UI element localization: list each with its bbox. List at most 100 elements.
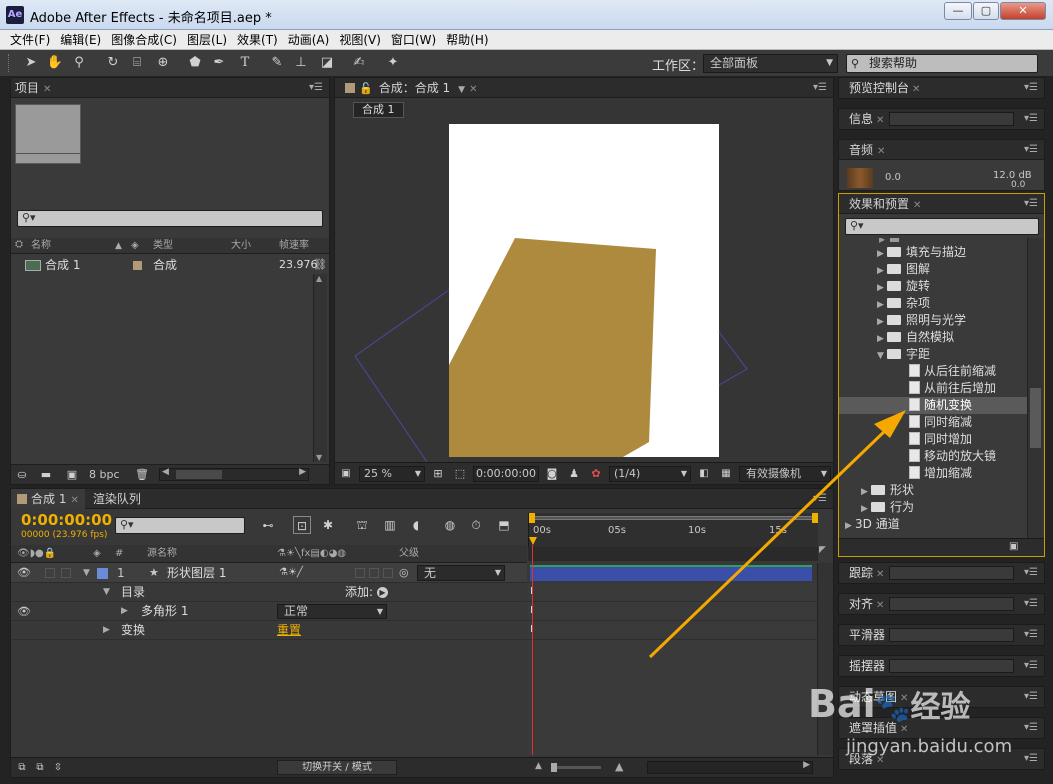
expand-arrow-icon[interactable]: ▼ xyxy=(103,583,110,602)
help-search-input[interactable]: ⚲ 搜索帮助 xyxy=(846,54,1038,73)
contents-row[interactable]: ▼ 目录 添加: ▶ xyxy=(11,583,527,602)
preview-panel[interactable]: 预览控制台 ✕ ▾☰ xyxy=(838,77,1045,99)
time-ruler[interactable]: 00s 05s 10s 15s xyxy=(528,513,818,547)
workspace-select[interactable]: 全部面板 ▼ xyxy=(703,54,838,73)
comp-breadcrumb[interactable]: 合成 1 xyxy=(353,102,404,118)
motion-blur-icon[interactable]: ◖ xyxy=(407,516,425,534)
effect-category-folder[interactable]: ▶ 填充与描边 xyxy=(839,244,1027,261)
effect-preset-item[interactable]: 同时增加 xyxy=(839,431,1027,448)
effect-preset-item[interactable]: 随机变换 xyxy=(839,397,1027,414)
work-area-bar[interactable] xyxy=(533,516,814,520)
graph-editor-icon[interactable]: ⬒ xyxy=(495,516,513,534)
polygon-label[interactable]: 多角形 1 xyxy=(141,602,188,621)
add-menu-icon[interactable]: ▶ xyxy=(377,587,388,598)
comp-viewer[interactable] xyxy=(335,120,833,462)
timeline-search-input[interactable]: ⚲▾ xyxy=(115,517,245,534)
mask-visibility-icon[interactable]: ⬚ xyxy=(451,465,469,483)
zoom-out-icon[interactable]: ▲ xyxy=(535,761,542,771)
effects-tab[interactable]: 效果和预置 ✕ ▾☰ xyxy=(839,194,1044,214)
project-hscrollbar[interactable]: ◀ ▶ xyxy=(159,467,309,481)
reset-link[interactable]: 重置 xyxy=(277,621,301,640)
brainstorm-icon[interactable]: ◍ xyxy=(441,516,459,534)
zoom-select[interactable]: 25 % ▼ xyxy=(359,466,425,482)
time-zoom-slider[interactable] xyxy=(551,763,601,772)
layer-switches-pane-icon[interactable]: ⧉ xyxy=(13,759,31,777)
effect-preset-item[interactable]: 从前往后增加 xyxy=(839,380,1027,397)
comp-dropdown-icon[interactable]: ▼ xyxy=(458,85,465,95)
panel-menu-icon[interactable]: ▾☰ xyxy=(813,489,827,509)
effect-preset-item[interactable]: 同时缩减 xyxy=(839,414,1027,431)
expand-arrow-icon[interactable]: ▼ xyxy=(83,563,90,583)
region-of-interest-icon[interactable]: ◧ xyxy=(695,465,713,483)
camera-select[interactable]: 有效摄像机 ▼ xyxy=(739,466,831,482)
interpret-footage-icon[interactable]: ⛀ xyxy=(13,466,31,484)
col-size[interactable]: 大小 xyxy=(231,238,251,254)
label-color-swatch[interactable] xyxy=(133,261,142,270)
always-preview-icon[interactable]: ▣ xyxy=(337,465,355,483)
in-out-pane-icon[interactable]: ⇳ xyxy=(49,759,67,777)
project-search-input[interactable]: ⚲▾ xyxy=(17,210,323,227)
tracker-panel[interactable]: 跟踪 ✕ ▾☰ xyxy=(838,562,1045,584)
new-folder-icon[interactable]: ▣ xyxy=(1009,541,1018,552)
zoom-in-icon[interactable]: ▲ xyxy=(615,760,623,773)
shape-tool-icon[interactable]: ⬟ xyxy=(186,54,204,72)
puppet-tool-icon[interactable]: ✦ xyxy=(384,54,402,72)
project-tab[interactable]: 项目 ✕ ▾☰ xyxy=(11,78,329,98)
effect-category-folder[interactable]: ▶ 旋转 xyxy=(839,278,1027,295)
grid-icon[interactable]: ⊞ xyxy=(429,465,447,483)
align-panel[interactable]: 对齐 ✕ ▾☰ xyxy=(838,593,1045,615)
transparency-grid-icon[interactable]: ▦ xyxy=(717,465,735,483)
panel-menu-icon[interactable]: ▾☰ xyxy=(309,78,323,98)
transform-row[interactable]: ▶ 变换 重置 xyxy=(11,621,527,640)
collapse-arrow-icon[interactable]: ▶ xyxy=(103,621,110,640)
menu-edit[interactable]: 编辑(E) xyxy=(55,30,106,50)
live-update-icon[interactable]: ⊡ xyxy=(293,516,311,534)
collapse-arrow-icon[interactable]: ▶ xyxy=(121,602,128,621)
comp-button-icon[interactable]: ◤ xyxy=(819,545,833,559)
lock-icon[interactable]: 🔓 xyxy=(359,82,373,95)
toggle-switches-modes-button[interactable]: 切换开关 / 模式 xyxy=(277,760,397,775)
camera-tool-icon[interactable]: ⌸ xyxy=(128,54,146,72)
resolution-select[interactable]: (1/4) ▼ xyxy=(609,466,691,482)
pickwhip-icon[interactable]: ◎ xyxy=(399,563,409,583)
close-icon[interactable]: ✕ xyxy=(43,84,51,95)
eraser-tool-icon[interactable]: ◪ xyxy=(318,54,336,72)
rotate-tool-icon[interactable]: ↻ xyxy=(104,54,122,72)
effect-category-folder[interactable]: ▶ 行为 xyxy=(839,499,1027,516)
effect-category-folder[interactable]: ▶ 图解 xyxy=(839,261,1027,278)
effects-scrollbar[interactable] xyxy=(1027,238,1043,538)
col-name[interactable]: 名称 xyxy=(31,238,51,254)
tab-comp-1[interactable]: 合成 1 ✕ xyxy=(11,489,85,509)
pan-behind-tool-icon[interactable]: ⊕ xyxy=(154,54,172,72)
layer-label-color[interactable] xyxy=(97,568,108,579)
draft-3d-icon[interactable]: ✱ xyxy=(319,516,337,534)
roto-brush-tool-icon[interactable]: ✍ xyxy=(350,54,368,72)
menu-layer[interactable]: 图层(L) xyxy=(182,30,232,50)
effect-category-folder[interactable]: ▶ 照明与光学 xyxy=(839,312,1027,329)
work-area-start-handle[interactable] xyxy=(529,513,535,523)
menu-animation[interactable]: 动画(A) xyxy=(283,30,335,50)
effect-preset-item[interactable]: 从后往前缩减 xyxy=(839,363,1027,380)
mode-toggle[interactable] xyxy=(383,568,393,578)
composition-tab[interactable]: 🔓 合成：合成 1 ▼ ✕ ▾☰ xyxy=(335,78,833,98)
parent-select[interactable]: 无 ▼ xyxy=(417,565,505,581)
effect-category-folder[interactable]: ▶ 杂项 xyxy=(839,295,1027,312)
blend-mode-select[interactable]: 正常 ▼ xyxy=(277,604,387,619)
stopwatch-icon[interactable]: ⏱ xyxy=(467,516,485,534)
menu-view[interactable]: 视图(V) xyxy=(334,30,386,50)
audio-tab[interactable]: 音频 ✕ ▾☰ xyxy=(839,140,1044,160)
project-scrollbar[interactable]: ▲ ▼ xyxy=(313,274,327,462)
solo-toggle[interactable] xyxy=(61,568,71,578)
visibility-eye-icon[interactable]: 👁 xyxy=(17,563,31,583)
effects-tree[interactable]: ▸ ▬ ▶ 填充与描边 ▶ 图解 ▶ 旋转 ▶ 杂项 ▶ 照明与光学 ▶ 自然模拟 ▼ 字距 从后往前缩减从… xyxy=(839,238,1027,536)
tab-render-queue[interactable]: 渲染队列 xyxy=(85,489,149,509)
work-area-end-handle[interactable] xyxy=(812,513,818,523)
flowchart-icon[interactable]: ⛓ xyxy=(313,256,327,274)
effect-category-folder[interactable]: ▼ 字距 xyxy=(839,346,1027,363)
clone-stamp-tool-icon[interactable]: ⊥ xyxy=(292,54,310,72)
effect-category-folder[interactable]: ▶ 形状 xyxy=(839,482,1027,499)
effects-search-input[interactable]: ⚲▾ xyxy=(845,218,1039,235)
timeline-vscrollbar[interactable] xyxy=(817,563,833,755)
menu-effect[interactable]: 效果(T) xyxy=(232,30,283,50)
hide-shy-icon[interactable]: ⛫ xyxy=(353,516,371,534)
